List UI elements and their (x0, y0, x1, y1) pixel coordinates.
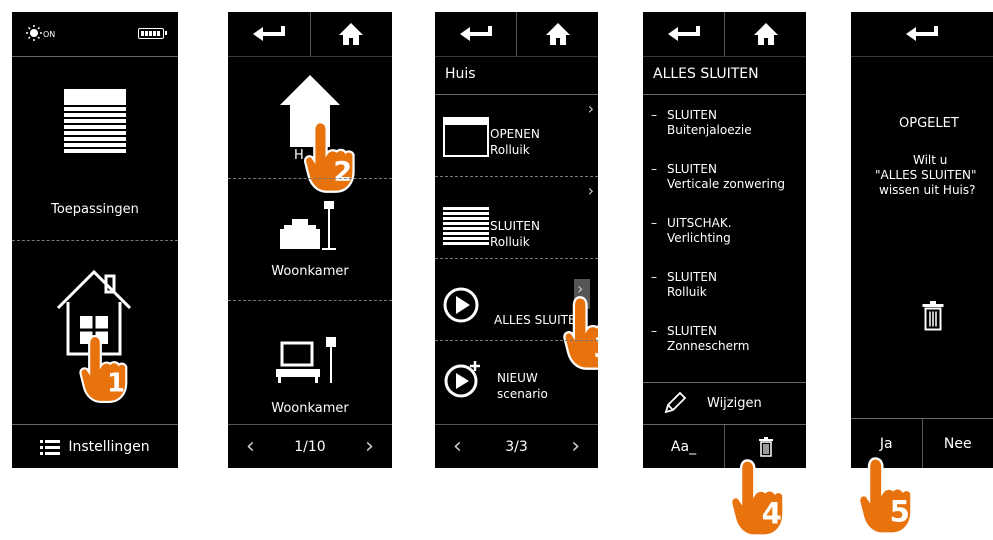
shutter-closed-icon (443, 207, 489, 247)
next-page-button[interactable]: › (365, 435, 374, 458)
action-device: Verlichting (667, 231, 731, 245)
scenario-item-open-shutter[interactable]: OPENEN Rolluik › (435, 95, 598, 175)
no-button[interactable]: Nee (921, 419, 993, 468)
blinds-icon (64, 89, 126, 155)
pager: ‹ 3/3 › (435, 424, 598, 468)
scenario-item-new[interactable]: NIEUW scenario (435, 341, 598, 421)
back-button[interactable] (851, 12, 993, 56)
shutter-open-icon (443, 117, 489, 157)
scenario-item-close-shutter[interactable]: SLUITEN Rolluik › (435, 177, 598, 257)
applications-label: Toepassingen (51, 202, 139, 217)
remote-screen-rooms: H 2 Woonkamer Woonkamer ‹ 1/10 › (228, 12, 392, 468)
action-command: SLUITEN (667, 108, 717, 122)
action-command: SLUITEN (667, 270, 717, 284)
action-command: SLUITEN (667, 162, 717, 176)
edit-label: Wijzigen (707, 396, 762, 411)
sun-on-icon: ON (26, 24, 66, 44)
prev-page-button[interactable]: ‹ (246, 435, 255, 458)
status-on-label: ON (43, 30, 56, 39)
top-bar (228, 12, 392, 57)
top-bar (851, 12, 993, 57)
action-device: Buitenjaloezie (667, 123, 752, 137)
edit-button[interactable]: Wijzigen (643, 383, 806, 424)
pointing-hand-icon: 1 (79, 335, 128, 403)
action-command: SLUITEN (667, 324, 717, 338)
yes-label: Ja (879, 435, 893, 452)
question-line2: "ALLES SLUITEN" (875, 168, 977, 182)
page-indicator: 1/10 (294, 438, 326, 455)
scenario-line1: NIEUW (497, 371, 538, 385)
home-nav-button[interactable] (724, 12, 806, 56)
chevron-right-icon[interactable]: › (588, 101, 594, 117)
font-size-button[interactable]: Aa_ (643, 425, 724, 468)
home-icon (545, 23, 570, 45)
play-circle-icon (443, 287, 479, 323)
step-number-4: 4 (762, 496, 782, 530)
home-icon (753, 23, 778, 45)
trash-icon (758, 436, 773, 457)
pointing-hand-icon: 4 (730, 459, 785, 537)
back-arrow-icon (459, 26, 492, 41)
tv-icon (276, 337, 336, 383)
remote-screen-scenarios: Huis OPENEN Rolluik › SLUITEN Rolluik › … (435, 12, 598, 468)
action-device: Rolluik (667, 285, 707, 299)
pager: ‹ 1/10 › (228, 424, 392, 468)
room-label: H (294, 148, 304, 163)
room-item-living-tv[interactable]: Woonkamer (228, 301, 392, 421)
next-page-button[interactable]: › (571, 435, 580, 458)
back-arrow-icon (252, 26, 285, 41)
back-button[interactable] (228, 12, 310, 56)
scenario-line1: OPENEN (490, 127, 540, 141)
trash-icon (922, 301, 944, 331)
remote-screen-confirm-delete: OPGELET Wilt u "ALLES SLUITEN" wissen ui… (851, 12, 993, 468)
action-device: Zonnescherm (667, 339, 750, 353)
top-bar (643, 12, 806, 57)
add-scenario-icon (444, 361, 480, 398)
scenario-line2: Rolluik (490, 235, 530, 249)
home-icon (339, 23, 364, 45)
remote-screen-home: ON Toepassingen 1 Instellingen (12, 12, 178, 468)
back-button[interactable] (435, 12, 516, 56)
page-indicator: 3/3 (505, 438, 528, 455)
action-command: UITSCHAK. (667, 216, 732, 230)
scenario-line1: SLUITEN (490, 219, 540, 233)
page-title: ALLES SLUITEN (653, 66, 759, 82)
applications-button[interactable]: Toepassingen (12, 57, 178, 239)
list-icon (40, 439, 61, 455)
scenario-line2: scenario (497, 387, 548, 401)
room-label: Woonkamer (271, 264, 349, 279)
pointing-hand-icon: 5 (858, 457, 913, 535)
battery-icon (138, 28, 167, 39)
home-nav-button[interactable] (516, 12, 598, 56)
no-label: Nee (943, 435, 972, 452)
chevron-right-icon[interactable]: › (588, 183, 594, 199)
room-label: Woonkamer (271, 401, 349, 416)
top-bar (435, 12, 598, 57)
remote-screen-scenario-detail: ALLES SLUITEN – SLUITEN Buitenjaloezie –… (643, 12, 806, 468)
sofa-lamp-icon (280, 201, 336, 250)
step-number-1: 1 (107, 368, 125, 398)
action-device: Verticale zonwering (667, 177, 786, 191)
back-arrow-icon (667, 26, 700, 41)
pencil-icon (664, 391, 687, 414)
home-nav-button[interactable] (309, 12, 393, 56)
question-line1: Wilt u (913, 153, 948, 167)
prev-page-button[interactable]: ‹ (453, 435, 462, 458)
question-line3: wissen uit Huis? (879, 183, 976, 197)
warning-title: OPGELET (899, 116, 959, 131)
settings-label: Instellingen (68, 438, 150, 455)
back-button[interactable] (643, 12, 724, 56)
font-size-label: Aa_ (670, 438, 697, 455)
page-title: Huis (445, 66, 476, 82)
scenario-line2: Rolluik (490, 143, 530, 157)
settings-button[interactable]: Instellingen (12, 425, 178, 468)
room-item-living[interactable]: Woonkamer (228, 179, 392, 299)
back-arrow-icon (906, 26, 938, 41)
step-number-5: 5 (890, 494, 910, 528)
